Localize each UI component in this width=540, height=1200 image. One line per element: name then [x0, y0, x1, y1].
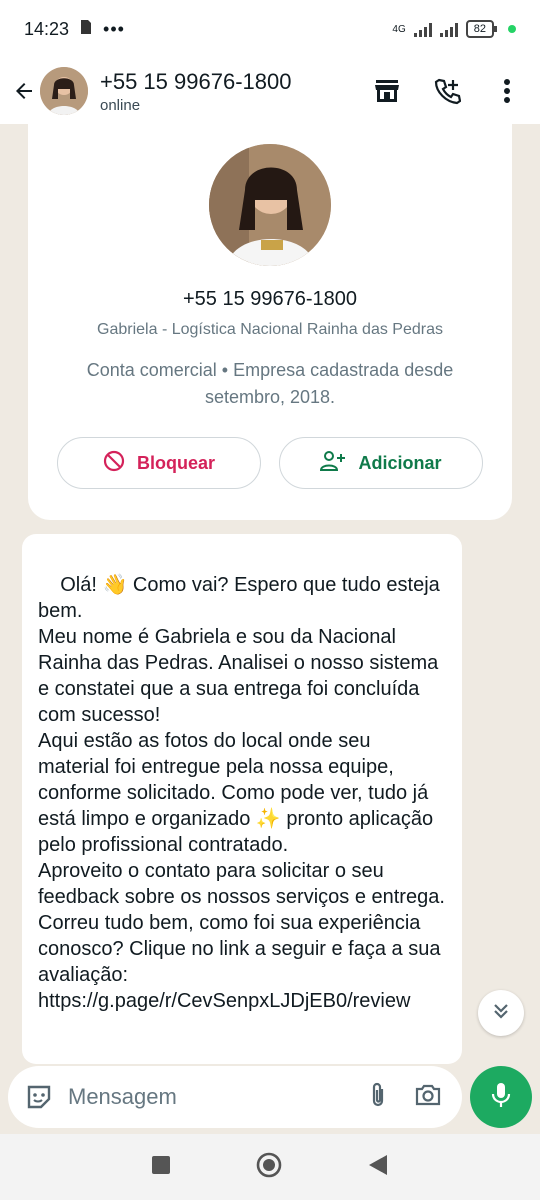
- status-right: 4G 82: [392, 20, 516, 38]
- message-text[interactable]: Olá! 👋 Como vai? Espero que tudo esteja …: [38, 574, 450, 1012]
- recents-icon[interactable]: [151, 1155, 171, 1180]
- status-bar: 14:23 ••• 4G 82: [0, 0, 540, 58]
- message-input-box[interactable]: Mensagem: [8, 1066, 462, 1128]
- add-contact-icon: [320, 450, 346, 477]
- block-button[interactable]: Bloquear: [57, 437, 261, 489]
- add-contact-button[interactable]: Adicionar: [279, 437, 483, 489]
- active-dot-icon: [508, 25, 516, 33]
- chat-header: +55 15 99676-1800 online: [0, 58, 540, 124]
- contact-info[interactable]: +55 15 99676-1800 online: [100, 69, 372, 114]
- composer-actions: [368, 1081, 442, 1114]
- voice-message-button[interactable]: [470, 1066, 532, 1128]
- add-contact-label: Adicionar: [358, 452, 442, 473]
- signal-icon-2: [439, 21, 458, 37]
- mic-icon: [490, 1081, 512, 1114]
- notification-icon: [79, 19, 93, 40]
- back-nav-icon[interactable]: [367, 1153, 389, 1182]
- contact-avatar[interactable]: [40, 67, 88, 115]
- business-avatar[interactable]: [209, 144, 331, 266]
- store-icon[interactable]: [372, 76, 402, 106]
- battery-level: 82: [473, 23, 486, 35]
- incoming-message[interactable]: Olá! 👋 Como vai? Espero que tudo esteja …: [22, 534, 462, 1064]
- block-icon: [103, 450, 125, 477]
- business-phone: +55 15 99676-1800: [182, 288, 358, 310]
- contact-title: +55 15 99676-1800: [100, 68, 292, 94]
- business-name: Gabriela - Logística Nacional Rainha das…: [97, 321, 443, 338]
- chevron-double-down-icon: [491, 1001, 511, 1026]
- signal-icon: [413, 21, 432, 37]
- more-notifications-icon: •••: [103, 18, 125, 39]
- composer: Mensagem: [0, 1062, 540, 1134]
- home-icon[interactable]: [255, 1151, 283, 1184]
- network-type: 4G: [392, 23, 406, 35]
- sticker-icon[interactable]: [24, 1082, 54, 1112]
- scroll-to-bottom-button[interactable]: [478, 990, 524, 1036]
- back-arrow-icon[interactable]: [12, 79, 36, 103]
- business-meta: Conta comercial • Empresa cadastrada des…: [86, 360, 454, 407]
- camera-icon[interactable]: [414, 1083, 442, 1112]
- status-left: 14:23 •••: [24, 19, 125, 40]
- battery-icon: 82: [465, 20, 498, 38]
- header-actions: [372, 76, 522, 106]
- system-nav-bar: [0, 1134, 540, 1200]
- more-vert-icon[interactable]: [492, 76, 522, 106]
- status-time: 14:23: [24, 18, 70, 39]
- attach-icon[interactable]: [368, 1081, 388, 1114]
- message-input[interactable]: Mensagem: [68, 1084, 368, 1110]
- business-actions: Bloquear Adicionar: [28, 437, 512, 489]
- add-call-icon[interactable]: [432, 76, 462, 106]
- contact-status: online: [100, 96, 141, 114]
- block-label: Bloquear: [136, 452, 215, 473]
- chat-area[interactable]: +55 15 99676-1800 Gabriela - Logística N…: [0, 124, 540, 1134]
- business-info-card: +55 15 99676-1800 Gabriela - Logística N…: [28, 124, 512, 520]
